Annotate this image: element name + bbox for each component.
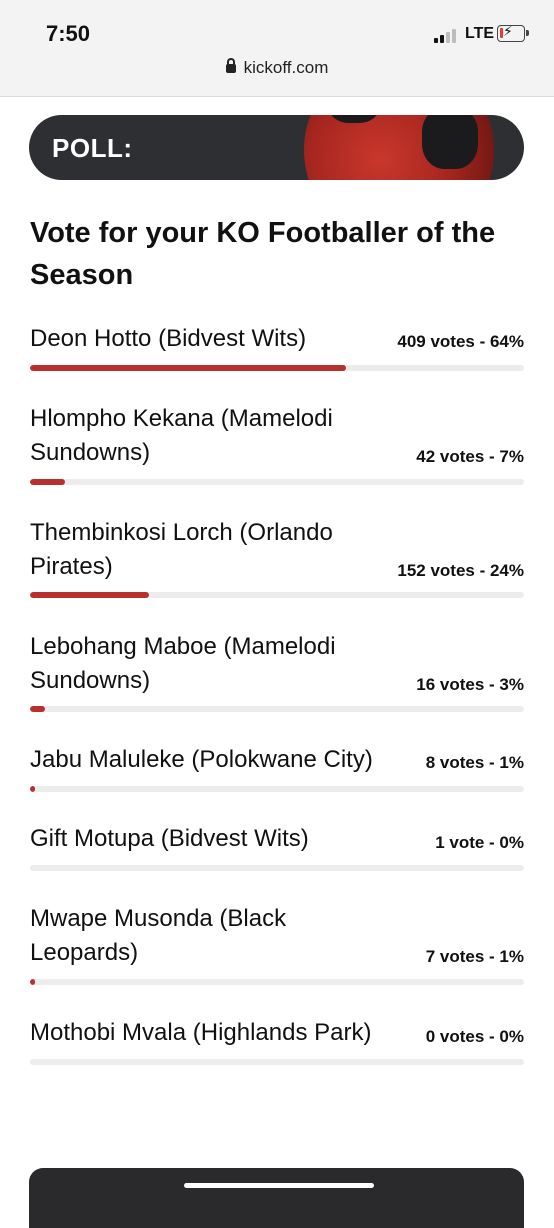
- option-name: Mwape Musonda (Black Leopards): [30, 905, 287, 966]
- option-votes: 42 votes - 7%: [416, 447, 524, 466]
- option-name: Jabu Maluleke (Polokwane City): [30, 746, 373, 773]
- address-bar[interactable]: kickoff.com: [0, 58, 554, 78]
- poll-question: Vote for your KO Footballer of the Seaso…: [30, 217, 496, 291]
- signal-icon: [434, 27, 460, 43]
- vote-bar-fill: [30, 592, 149, 598]
- option-votes: 7 votes - 1%: [425, 947, 524, 966]
- next-content-card[interactable]: [29, 1168, 524, 1228]
- option-name: Hlompho Kekana (Mamelodi Sundowns): [30, 405, 333, 466]
- vote-bar-fill: [30, 365, 346, 371]
- option-votes: 409 votes - 64%: [397, 332, 524, 351]
- option-votes: 8 votes - 1%: [425, 753, 524, 772]
- option-name: Thembinkosi Lorch (Orlando Pirates): [30, 519, 333, 580]
- football-icon: [304, 115, 494, 180]
- battery-icon: ⚡: [497, 23, 529, 42]
- lock-icon: [225, 58, 236, 73]
- vote-bar-fill: [30, 706, 45, 712]
- vote-bar: [30, 592, 524, 598]
- vote-bar: [30, 706, 524, 712]
- vote-bar: [30, 786, 524, 792]
- vote-bar-fill: [30, 786, 35, 792]
- option-votes: 0 votes - 0%: [425, 1027, 524, 1046]
- option-votes: 152 votes - 24%: [397, 561, 524, 580]
- poll-label: POLL:: [52, 133, 133, 163]
- vote-bar: [30, 479, 524, 485]
- network-label: LTE: [465, 25, 495, 42]
- status-bar: 7:50 LTE ⚡ kickoff.com: [0, 0, 554, 97]
- option-name: Mothobi Mvala (Highlands Park): [30, 1019, 372, 1046]
- option-name: Lebohang Maboe (Mamelodi Sundowns): [30, 633, 336, 694]
- vote-bar: [30, 979, 524, 985]
- option-votes: 16 votes - 3%: [416, 675, 524, 694]
- vote-bar-fill: [30, 979, 35, 985]
- url-text: kickoff.com: [243, 58, 329, 77]
- option-votes: 1 vote - 0%: [435, 833, 524, 852]
- clock: 7:50: [46, 21, 91, 46]
- vote-bar: [30, 365, 524, 371]
- option-name: Gift Motupa (Bidvest Wits): [30, 825, 309, 852]
- home-indicator[interactable]: [184, 1183, 374, 1188]
- vote-bar: [30, 1059, 524, 1065]
- poll-banner: POLL:: [29, 115, 524, 180]
- vote-bar-fill: [30, 479, 65, 485]
- vote-bar: [30, 865, 524, 871]
- option-name: Deon Hotto (Bidvest Wits): [30, 325, 307, 352]
